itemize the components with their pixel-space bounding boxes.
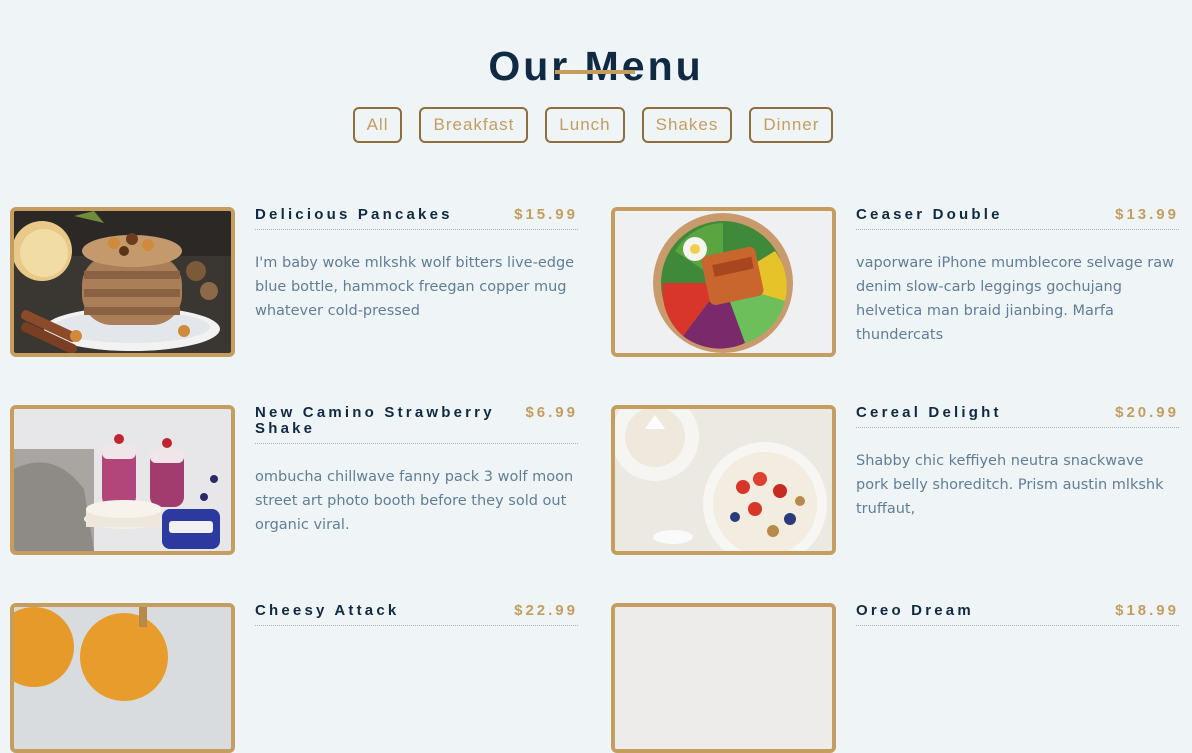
menu-item-description: Shabby chic keffiyeh neutra snackwave po… [856, 453, 1164, 517]
menu-item-name: Cereal Delight [856, 404, 1002, 421]
burger-photo [10, 603, 235, 753]
menu-item-price: $18.99 [1115, 602, 1179, 619]
menu-item-price: $6.99 [525, 404, 578, 421]
cereal-bowl-photo [611, 405, 836, 555]
filter-dinner-button[interactable]: Dinner [749, 107, 834, 143]
oreo-shake-photo [611, 603, 836, 753]
menu-item-description: ombucha chillwave fanny pack 3 wolf moon… [255, 469, 574, 533]
filter-bar: All Breakfast Lunch Shakes Dinner [0, 107, 1192, 143]
menu-item-name: Delicious Pancakes [255, 206, 453, 223]
title-underline [555, 70, 635, 74]
menu-item-price: $15.99 [514, 206, 578, 223]
menu-item: Oreo Dream $18.99 [611, 603, 1180, 753]
menu-item-description: vaporware iPhone mumblecore selvage raw … [856, 255, 1174, 343]
menu-item: Ceaser Double $13.99 vaporware iPhone mu… [611, 207, 1180, 357]
menu-item-name: New Camino Strawberry Shake [255, 404, 495, 437]
salad-bowl-photo [611, 207, 836, 357]
filter-breakfast-button[interactable]: Breakfast [419, 107, 529, 143]
menu-item-price: $22.99 [514, 602, 578, 619]
berry-shake-photo [10, 405, 235, 555]
filter-lunch-button[interactable]: Lunch [545, 107, 625, 143]
menu-item-name: Ceaser Double [856, 206, 1003, 223]
menu-item: Cheesy Attack $22.99 [10, 603, 579, 753]
page-title: Our Menu [488, 43, 704, 90]
menu-item-price: $13.99 [1115, 206, 1179, 223]
menu-item: Cereal Delight $20.99 Shabby chic keffiy… [611, 405, 1180, 555]
filter-all-button[interactable]: All [352, 107, 403, 143]
menu-item-name: Cheesy Attack [255, 602, 400, 619]
filter-shakes-button[interactable]: Shakes [641, 107, 733, 143]
pancakes-photo [10, 207, 235, 357]
menu-item-price: $20.99 [1115, 404, 1179, 421]
menu-item: Delicious Pancakes $15.99 I'm baby woke … [10, 207, 579, 357]
menu-item-name: Oreo Dream [856, 602, 974, 619]
menu-item: New Camino Strawberry Shake $6.99 ombuch… [10, 405, 579, 555]
menu-item-description: I'm baby woke mlkshk wolf bitters live-e… [255, 255, 575, 319]
